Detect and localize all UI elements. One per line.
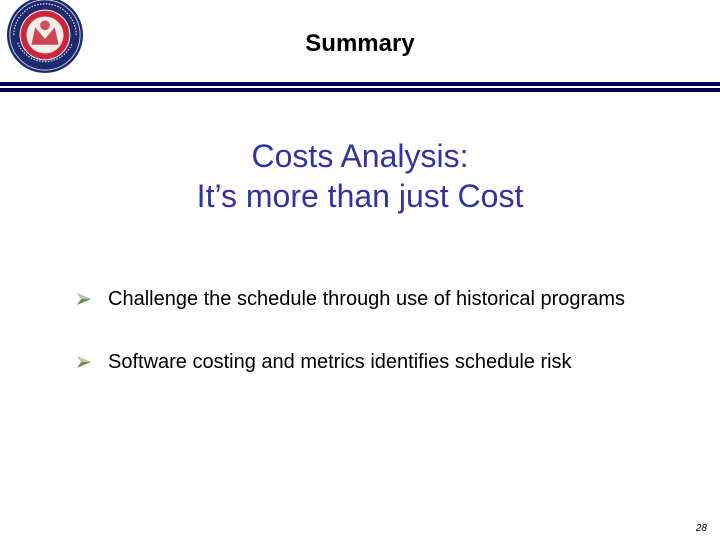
header-rule-bottom [0, 88, 720, 92]
slide-title: Summary [305, 30, 415, 57]
bullet-list: Challenge the schedule through use of hi… [76, 284, 696, 410]
bullet-text: Software costing and metrics identifies … [108, 351, 572, 373]
arrow-bullet-icon [77, 356, 91, 368]
subtitle-line-1: Costs Analysis: [251, 138, 469, 174]
slide-subtitle: Costs Analysis: It’s more than just Cost [0, 136, 720, 216]
bullet-item: Software costing and metrics identifies … [76, 347, 696, 378]
page-number: 28 [695, 523, 707, 534]
header-rule-top [0, 82, 720, 86]
bullet-text: Challenge the schedule through use of hi… [108, 288, 625, 310]
subtitle-line-2: It’s more than just Cost [196, 178, 524, 214]
arrow-bullet-icon [77, 293, 91, 305]
bullet-item: Challenge the schedule through use of hi… [76, 284, 696, 315]
